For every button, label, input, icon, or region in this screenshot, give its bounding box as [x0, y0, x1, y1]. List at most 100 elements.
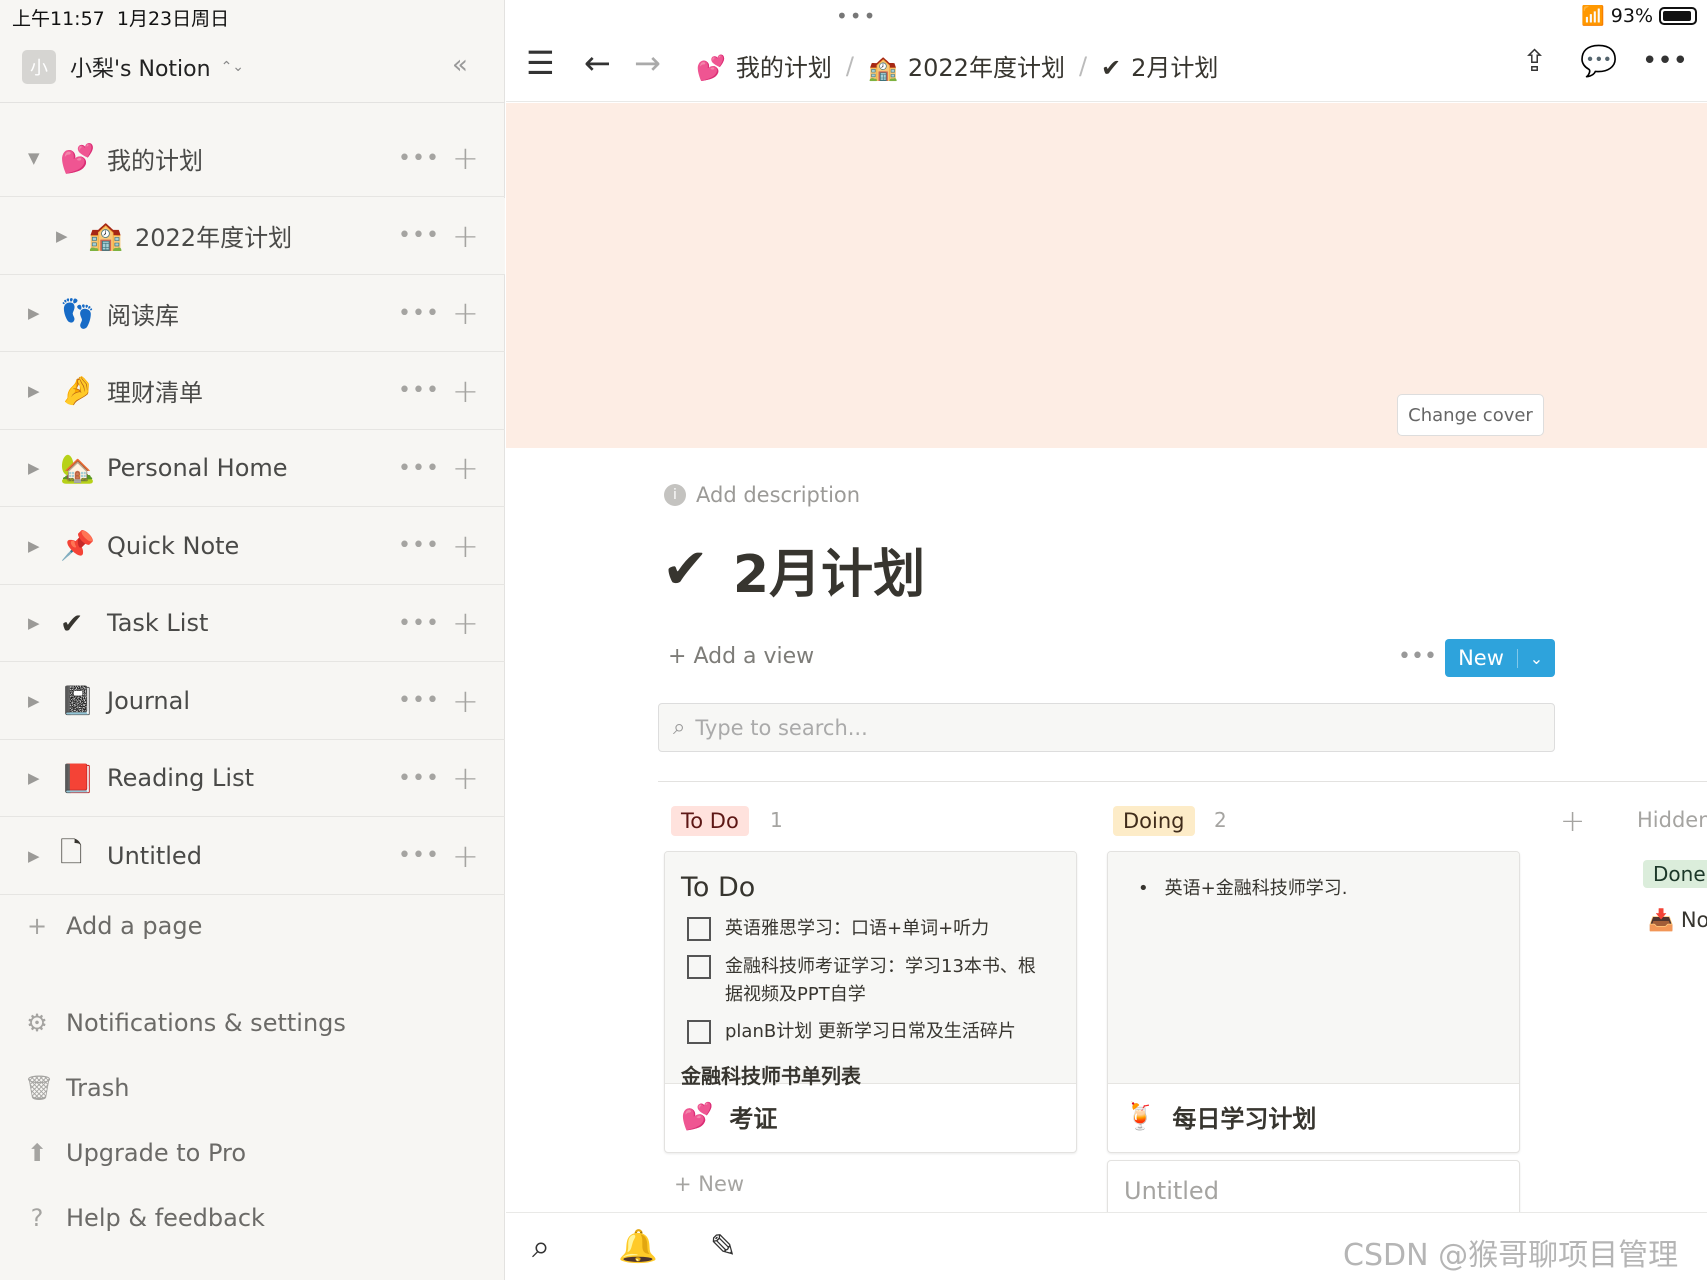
todo-item: 金融科技师考证学习：学习13本书、根 据视频及PPT自学 [687, 953, 1036, 1009]
sidebar-item-label: 阅读库 [107, 301, 179, 330]
add-view-button[interactable]: + Add a view [668, 644, 814, 669]
bell-icon[interactable]: 🔔 [618, 1227, 658, 1265]
sidebar-item[interactable]: ▶ ✔ Task List ••• + [0, 585, 505, 662]
search-input[interactable] [695, 715, 1516, 740]
sidebar-item[interactable]: ▶ 👣 阅读库 ••• + [0, 275, 505, 352]
search-icon[interactable]: ⌕ [532, 1227, 550, 1266]
sidebar-item[interactable]: ▶ 🗋 Untitled ••• + [0, 818, 505, 895]
plus-icon[interactable]: + [452, 682, 479, 720]
todo-item: 英语雅思学习：口语+单词+听力 [687, 915, 989, 943]
hidden-column-no-status[interactable]: 📥 No [1648, 908, 1707, 933]
upgrade-button[interactable]: ⬆ Upgrade to Pro [24, 1139, 246, 1167]
sidebar-item[interactable]: ▶ 🤌 理财清单 ••• + [0, 353, 505, 430]
plus-icon[interactable]: + [452, 527, 479, 565]
board-card[interactable]: To Do 英语雅思学习：口语+单词+听力 金融科技师考证学习：学习13本书、根… [664, 851, 1077, 1153]
checkmark-icon[interactable]: ✔ [662, 537, 709, 602]
compose-icon[interactable]: ✎ [710, 1227, 737, 1265]
triangle-right-icon[interactable]: ▶ [28, 304, 40, 322]
triangle-right-icon[interactable]: ▶ [28, 847, 40, 865]
more-icon[interactable]: ••• [398, 843, 440, 868]
battery-icon [1659, 6, 1697, 25]
sidebar-item[interactable]: ▼ 💕 我的计划 ••• + [0, 120, 505, 197]
breadcrumb: 💕 我的计划 / 🏫 2022年度计划 / ✔ 2月计划 [696, 48, 1218, 83]
help-label: Help & feedback [66, 1204, 265, 1232]
triangle-right-icon[interactable]: ▶ [28, 769, 40, 787]
card-preview: 英语+金融科技师学习. [1108, 852, 1519, 1084]
triangle-right-icon[interactable]: ▶ [28, 459, 40, 477]
breadcrumb-item[interactable]: 🏫 2022年度计划 [868, 48, 1065, 83]
card-title: 💕 考证 [681, 1099, 777, 1134]
more-icon[interactable]: ••• [398, 611, 440, 636]
page-icon: 🏡 [60, 451, 95, 485]
more-icon[interactable]: ••• [398, 688, 440, 713]
sidebar-item[interactable]: ▶ 🏫 2022年度计划 ••• + [0, 197, 505, 275]
view-options-icon[interactable]: ••• [1398, 644, 1437, 669]
add-card-button[interactable]: + New [674, 1172, 744, 1196]
plus-icon[interactable]: + [452, 372, 479, 410]
plus-icon[interactable]: + [452, 294, 479, 332]
more-icon[interactable]: ••• [398, 301, 440, 326]
more-icon[interactable]: ••• [398, 146, 440, 171]
collapse-sidebar-icon[interactable]: « [452, 50, 468, 80]
sidebar-item[interactable]: ▶ 📓 Journal ••• + [0, 663, 505, 740]
sidebar-item-label: 我的计划 [107, 146, 203, 175]
preview-bullet: 英语+金融科技师学习. [1138, 874, 1348, 900]
triangle-right-icon[interactable]: ▶ [28, 614, 40, 632]
sidebar-item[interactable]: ▶ 📕 Reading List ••• + [0, 740, 505, 817]
wifi-icon: 📶 [1581, 5, 1605, 27]
plus-icon[interactable]: + [452, 217, 479, 255]
preview-subheading: 金融科技师书单列表 [681, 1064, 861, 1088]
add-column-icon[interactable]: + [1560, 804, 1585, 839]
triangle-right-icon[interactable]: ▶ [28, 692, 40, 710]
sidebar-item-label: Journal [107, 686, 191, 715]
chevron-down-icon[interactable]: ⌄ [1517, 648, 1555, 668]
more-icon[interactable]: ••• [1642, 46, 1688, 76]
more-icon[interactable]: ••• [398, 533, 440, 558]
status-right: 📶 93% [1581, 4, 1697, 27]
triangle-right-icon[interactable]: ▶ [56, 227, 68, 245]
more-icon[interactable]: ••• [398, 378, 440, 403]
plus-icon[interactable]: + [452, 604, 479, 642]
board-card[interactable]: Untitled [1107, 1160, 1520, 1220]
sidebar-item[interactable]: ▶ 🏡 Personal Home ••• + [0, 430, 505, 507]
triangle-right-icon[interactable]: ▶ [28, 537, 40, 555]
change-cover-button[interactable]: Change cover [1397, 394, 1544, 436]
card-preview: To Do 英语雅思学习：口语+单词+听力 金融科技师考证学习：学习13本书、根… [665, 852, 1076, 1088]
triangle-down-icon[interactable]: ▼ [28, 149, 40, 167]
more-icon[interactable]: ••• [398, 456, 440, 481]
new-button-label[interactable]: New [1445, 646, 1517, 670]
more-icon[interactable]: ••• [398, 766, 440, 791]
breadcrumb-item[interactable]: ✔ 2月计划 [1101, 48, 1218, 83]
trash-button[interactable]: 🗑 Trash [24, 1074, 129, 1102]
triangle-right-icon[interactable]: ▶ [28, 382, 40, 400]
plus-icon[interactable]: + [452, 837, 479, 875]
plus-icon[interactable]: + [452, 759, 479, 797]
preview-heading: To Do [681, 872, 756, 903]
column-tag-doing[interactable]: Doing [1113, 806, 1195, 836]
menu-icon[interactable]: ☰ [526, 44, 555, 82]
hidden-column-done[interactable]: Done [1643, 860, 1707, 888]
divider [658, 781, 1707, 782]
comment-icon[interactable]: 💬 [1580, 44, 1617, 79]
new-button[interactable]: New ⌄ [1445, 639, 1555, 677]
more-icon[interactable]: ••• [398, 223, 440, 248]
help-button[interactable]: ? Help & feedback [24, 1204, 265, 1232]
page-icon: 📓 [60, 684, 95, 717]
back-arrow-icon[interactable]: ← [584, 44, 611, 82]
breadcrumb-item[interactable]: 💕 我的计划 [696, 48, 832, 83]
plus-icon[interactable]: + [452, 449, 479, 487]
forward-arrow-icon[interactable]: → [634, 44, 661, 82]
column-tag-todo[interactable]: To Do [671, 806, 749, 836]
multitask-dots-icon[interactable]: ••• [836, 4, 877, 28]
notifications-settings-button[interactable]: ⚙ Notifications & settings [24, 1009, 346, 1037]
hidden-no-label: No [1680, 908, 1707, 932]
workspace-switcher[interactable]: 小 小梨's Notion ⌃⌄ [22, 50, 244, 84]
plus-icon[interactable]: + [452, 139, 479, 177]
share-icon[interactable]: ⇪ [1522, 44, 1547, 79]
board-card[interactable]: 英语+金融科技师学习. 🍹 每日学习计划 [1107, 851, 1520, 1153]
page-title[interactable]: ✔ 2月计划 [662, 532, 925, 607]
sidebar-item[interactable]: ▶ 📌 Quick Note ••• + [0, 508, 505, 585]
add-description-button[interactable]: i Add description [664, 483, 860, 507]
sidebar-item-label: Untitled [107, 841, 202, 870]
add-page-button[interactable]: + Add a page [24, 912, 202, 940]
